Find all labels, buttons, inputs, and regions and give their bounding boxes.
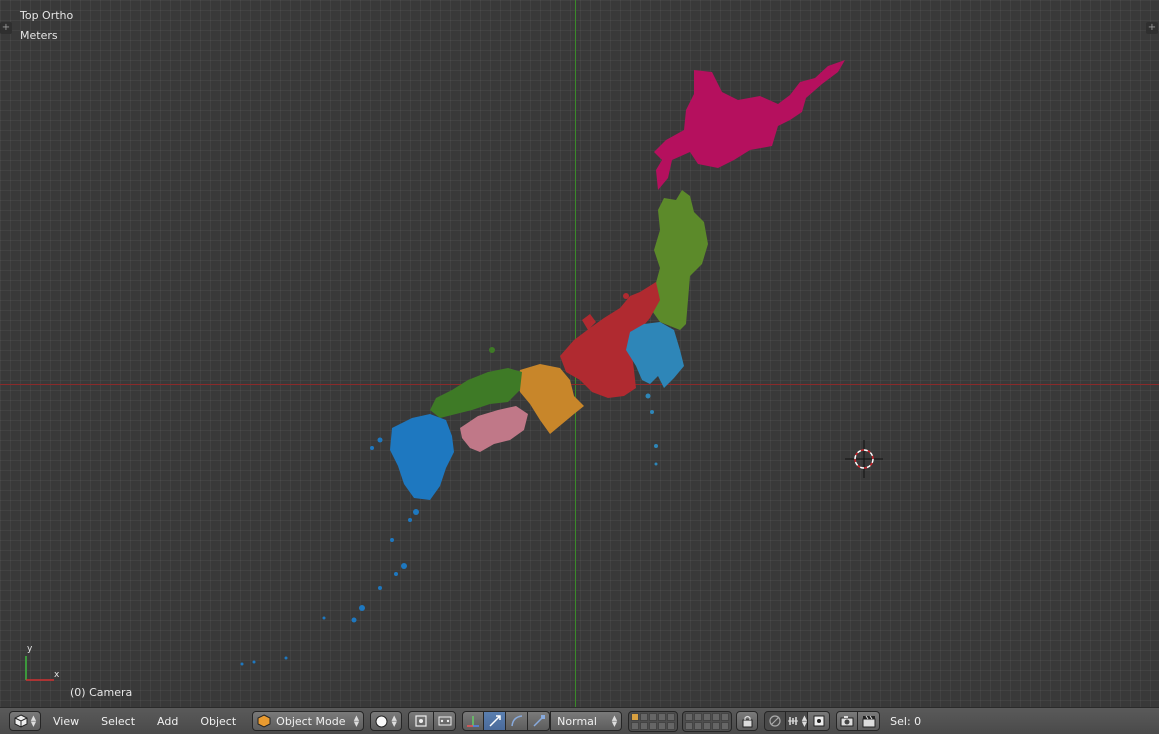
translate-arrow-icon (489, 715, 501, 727)
rotate-button[interactable] (506, 711, 529, 731)
layer-buttons-group-1[interactable] (628, 710, 679, 732)
hokkaido-region[interactable] (654, 60, 845, 190)
menu-view[interactable]: View (53, 715, 79, 728)
center-points-icon (438, 716, 452, 726)
proportional-edit-button[interactable] (764, 711, 787, 731)
axis-widget-icon (25, 656, 54, 681)
snap-target-button[interactable] (808, 711, 831, 731)
proportional-edit-icon (769, 715, 781, 727)
mode-select[interactable]: Object Mode ▲ ▼ (252, 711, 365, 731)
selection-status: Sel: 0 (890, 714, 922, 728)
manipulator-toggle-button[interactable] (462, 711, 485, 731)
spinner-arrows-icon: ▲ ▼ (611, 714, 618, 728)
mode-label: Object Mode (276, 714, 346, 728)
camera-icon (840, 716, 854, 727)
manipulator-group (462, 711, 551, 731)
rotate-arc-icon (510, 715, 522, 727)
pivot-icon (415, 715, 427, 727)
oki-island (489, 347, 495, 353)
spinner-arrows-icon: ▲ ▼ (391, 714, 397, 728)
solid-sphere-icon (375, 715, 388, 727)
menu-select[interactable]: Select (101, 715, 135, 728)
render-group (836, 711, 881, 731)
snap-target-icon (813, 715, 825, 727)
shading-select[interactable]: ▲ ▼ (370, 711, 403, 731)
tohoku-region[interactable] (650, 190, 708, 330)
3d-cursor-icon[interactable] (845, 440, 883, 478)
spinner-arrows-icon: ▲ ▼ (30, 714, 37, 728)
lock-layers-button[interactable] (736, 711, 759, 731)
object-mode-icon (257, 714, 271, 728)
axis-widget-y-label: y (27, 644, 33, 654)
3d-viewport[interactable]: + + Top Ortho Meters (0) Camera y x (0, 0, 1159, 707)
pivot-button[interactable] (408, 711, 435, 731)
render-opengl-button[interactable] (836, 711, 859, 731)
scale-button[interactable] (528, 711, 551, 731)
menu-object[interactable]: Object (200, 715, 236, 728)
manipulator-axes-icon (467, 716, 480, 727)
layers-lock-icon (742, 715, 753, 727)
snap-element-button[interactable]: ▲ ▼ (786, 711, 809, 731)
clapperboard-icon (862, 715, 876, 728)
scale-icon (533, 715, 545, 727)
orientation-label: Normal (557, 714, 597, 728)
kyushu-region[interactable] (390, 414, 454, 500)
spinner-arrows-icon: ▲ ▼ (353, 714, 360, 728)
orientation-select[interactable]: Normal ▲ ▼ (550, 711, 623, 731)
sado-island (623, 293, 629, 299)
translate-button[interactable] (484, 711, 507, 731)
editor-type-button[interactable]: ▲ ▼ (9, 711, 41, 731)
axis-widget-x-label: x (54, 670, 60, 680)
proportional-edit-group: ▲ ▼ (764, 711, 831, 731)
snap-increment-icon (788, 717, 799, 725)
menu-add[interactable]: Add (157, 715, 178, 728)
japan-map[interactable] (0, 0, 1159, 707)
pivot-snap-group (408, 711, 457, 731)
manipulate-center-button[interactable] (434, 711, 457, 731)
kanto-islands (645, 393, 658, 466)
spinner-arrows-icon: ▲ ▼ (801, 714, 808, 728)
render-animation-button[interactable] (858, 711, 881, 731)
layer-buttons-group-2[interactable] (682, 710, 733, 732)
viewport-header: ▲ ▼ View Select Add Object Object Mode ▲ ▼… (0, 707, 1159, 734)
shikoku-region[interactable] (460, 406, 528, 452)
islands (240, 437, 419, 666)
cube-icon (14, 714, 28, 728)
